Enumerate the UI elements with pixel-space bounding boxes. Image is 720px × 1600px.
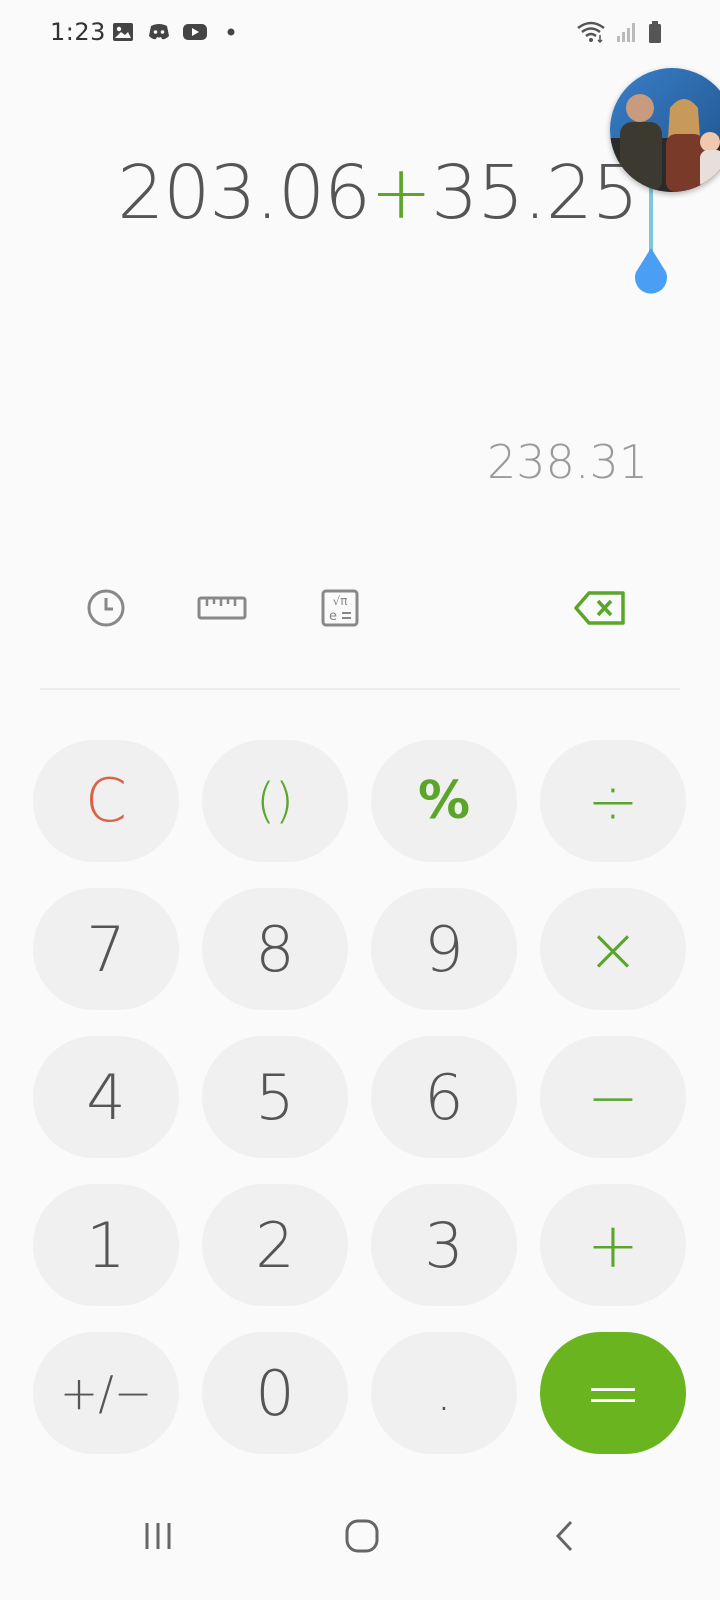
- wifi-icon: [576, 21, 606, 47]
- status-bar: 1:23: [0, 0, 720, 64]
- digit-3-button[interactable]: 3: [371, 1184, 517, 1306]
- digit-1-button[interactable]: 1: [33, 1184, 179, 1306]
- plus-minus-button[interactable]: +/−: [33, 1332, 179, 1454]
- signal-icon: [616, 21, 638, 47]
- parentheses-button[interactable]: (): [202, 740, 348, 862]
- scientific-mode-button[interactable]: √π e: [310, 580, 370, 640]
- equals-button[interactable]: =: [540, 1332, 686, 1454]
- svg-text:e: e: [329, 609, 337, 624]
- percent-button[interactable]: %: [371, 740, 517, 862]
- navigation-bar: [0, 1508, 720, 1600]
- digit-0-button[interactable]: 0: [202, 1332, 348, 1454]
- plus-button[interactable]: +: [540, 1184, 686, 1306]
- recents-icon: [142, 1521, 174, 1555]
- divide-button[interactable]: ÷: [540, 740, 686, 862]
- digit-4-button[interactable]: 4: [33, 1036, 179, 1158]
- digit-5-button[interactable]: 5: [202, 1036, 348, 1158]
- gallery-icon: [110, 20, 136, 44]
- operand-1: 203.06: [117, 150, 371, 236]
- result-preview: 238.31: [487, 435, 648, 489]
- operand-2: 35.25: [431, 150, 639, 236]
- back-icon: [553, 1519, 575, 1557]
- multiply-button[interactable]: ×: [540, 888, 686, 1010]
- discord-icon: [146, 20, 172, 44]
- youtube-icon: [182, 20, 208, 44]
- back-button[interactable]: [524, 1508, 604, 1568]
- expression-display[interactable]: 203.06+35.25: [117, 150, 639, 236]
- home-icon: [344, 1518, 380, 1558]
- keypad: C () % ÷ 7 8 9 × 4 5 6 − 1 2 3 + +/− 0 .…: [33, 740, 689, 1454]
- backspace-icon: [573, 590, 627, 630]
- digit-8-button[interactable]: 8: [202, 888, 348, 1010]
- divider: [40, 688, 680, 690]
- recents-button[interactable]: [118, 1508, 198, 1568]
- dot-icon: [218, 20, 244, 44]
- scientific-calculator-icon: √π e: [321, 589, 359, 631]
- backspace-button[interactable]: [570, 580, 630, 640]
- status-time: 1:23: [50, 18, 106, 46]
- digit-7-button[interactable]: 7: [33, 888, 179, 1010]
- minus-button[interactable]: −: [540, 1036, 686, 1158]
- home-button[interactable]: [322, 1508, 402, 1568]
- unit-converter-button[interactable]: [192, 580, 252, 640]
- history-button[interactable]: [76, 580, 136, 640]
- decimal-button[interactable]: .: [371, 1332, 517, 1454]
- digit-9-button[interactable]: 9: [371, 888, 517, 1010]
- digit-2-button[interactable]: 2: [202, 1184, 348, 1306]
- digit-6-button[interactable]: 6: [371, 1036, 517, 1158]
- cursor-handle[interactable]: [630, 246, 672, 300]
- operator-symbol: +: [370, 150, 432, 236]
- clear-button[interactable]: C: [33, 740, 179, 862]
- ruler-icon: [197, 595, 247, 625]
- battery-icon: [648, 20, 662, 48]
- notification-icons: [110, 20, 244, 44]
- tool-row: √π e: [0, 580, 720, 640]
- svg-text:√π: √π: [333, 594, 348, 608]
- system-icons: [576, 20, 662, 48]
- clock-icon: [86, 588, 126, 632]
